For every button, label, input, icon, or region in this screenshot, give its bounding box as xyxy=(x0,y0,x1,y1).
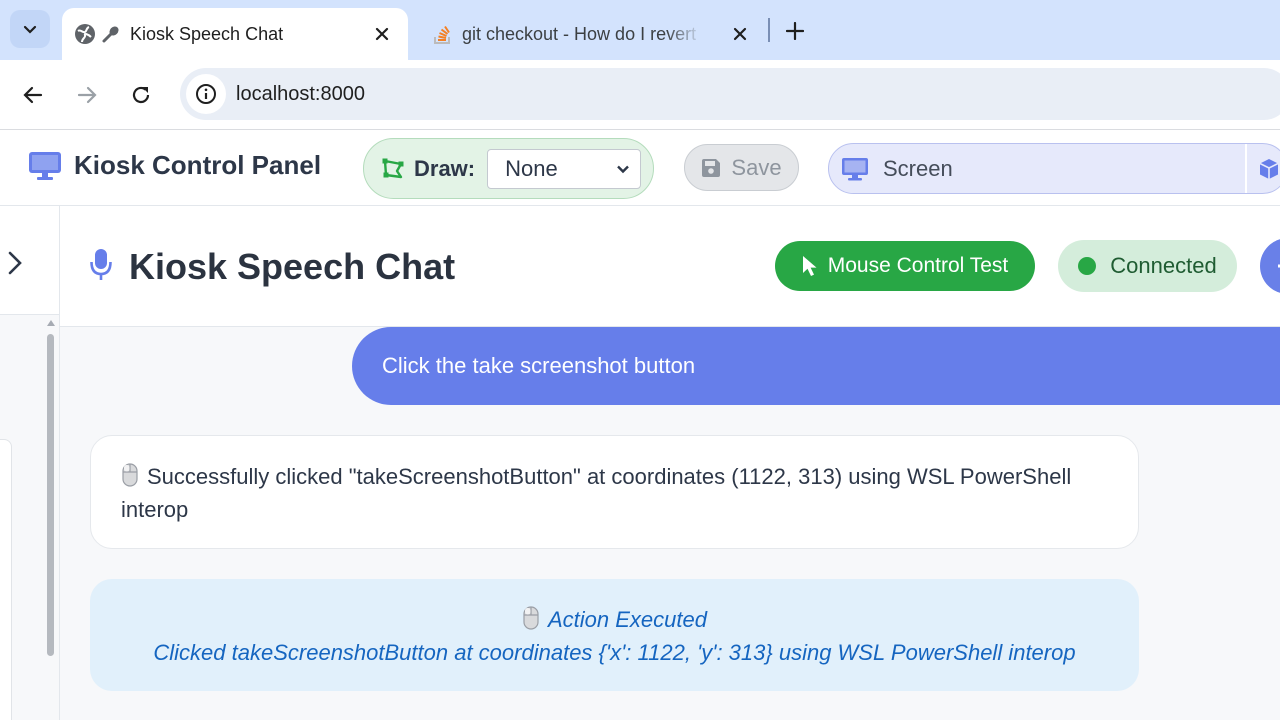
action-title-row: Action Executed xyxy=(90,603,1139,636)
plus-icon xyxy=(786,22,804,40)
globe-icon xyxy=(74,23,96,45)
mouse-control-test-label: Mouse Control Test xyxy=(827,254,1009,277)
microphone-icon xyxy=(90,249,112,280)
site-info-icon[interactable] xyxy=(186,74,226,114)
draw-label: Draw: xyxy=(414,155,476,181)
assistant-message: Successfully clicked "takeScreenshotButt… xyxy=(90,435,1139,549)
user-message: Click the take screenshot button xyxy=(352,327,1280,405)
arrow-left-icon xyxy=(23,86,43,104)
close-tab-icon[interactable] xyxy=(370,22,394,46)
connection-status-badge: Connected xyxy=(1058,240,1237,292)
tab-separator xyxy=(768,18,770,42)
action-executed-message: Action Executed Clicked takeScreenshotBu… xyxy=(90,579,1139,691)
tab-title: Kiosk Speech Chat xyxy=(130,23,284,44)
action-title: Action Executed xyxy=(548,607,707,632)
back-button[interactable] xyxy=(14,76,52,114)
connection-status-label: Connected xyxy=(1110,253,1217,278)
cube-icon[interactable] xyxy=(1257,157,1280,181)
new-tab-button[interactable] xyxy=(778,14,812,48)
assistant-message-text: Successfully clicked "takeScreenshotButt… xyxy=(121,464,1072,522)
sidebar xyxy=(0,206,60,720)
sidebar-expand-button[interactable] xyxy=(0,246,30,280)
save-label: Save xyxy=(731,154,782,180)
tab-search-button[interactable] xyxy=(10,10,50,48)
tab-title: git checkout - How do I revert a xyxy=(462,23,702,44)
browser-tab-strip: Kiosk Speech Chat git checkout - How do … xyxy=(0,0,1280,60)
url-text[interactable]: localhost:8000 xyxy=(236,83,365,106)
save-button[interactable]: Save xyxy=(684,144,799,191)
chat-header: Kiosk Speech Chat Mouse Control Test Con… xyxy=(60,206,1280,327)
reload-button[interactable] xyxy=(122,76,160,114)
reload-icon xyxy=(132,86,150,104)
settings-button[interactable] xyxy=(1260,238,1280,294)
arrow-right-icon xyxy=(77,86,97,104)
chat-title: Kiosk Speech Chat xyxy=(129,246,456,287)
mouse-pointer-icon xyxy=(802,256,817,276)
draw-shape-icon xyxy=(382,158,404,178)
tab-stackoverflow[interactable]: git checkout - How do I revert a xyxy=(420,8,766,60)
app-header: Kiosk Control Panel Draw: None Save Scre… xyxy=(0,130,1280,206)
monitor-icon xyxy=(842,157,868,180)
microphone-favicon-icon xyxy=(100,23,122,45)
chevron-down-icon xyxy=(617,165,629,173)
draw-mode-select[interactable]: None xyxy=(487,148,642,189)
forward-button[interactable] xyxy=(68,76,106,114)
screen-label: Screen xyxy=(883,155,953,181)
user-message-text: Click the take screenshot button xyxy=(382,353,696,378)
action-detail: Clicked takeScreenshotButton at coordina… xyxy=(153,640,1076,665)
chat-messages[interactable]: Click the take screenshot button Success… xyxy=(60,327,1280,720)
stackoverflow-icon xyxy=(432,23,454,45)
scrollbar-thumb[interactable] xyxy=(47,334,54,656)
scroll-up-arrow[interactable] xyxy=(47,320,55,326)
close-tab-icon[interactable] xyxy=(728,22,752,46)
brand: Kiosk Control Panel xyxy=(28,150,321,181)
browser-toolbar: localhost:8000 xyxy=(0,60,1280,130)
screen-selector[interactable]: Screen xyxy=(828,143,1280,194)
status-dot xyxy=(1078,257,1097,275)
monitor-icon xyxy=(29,151,61,180)
chevron-down-icon xyxy=(23,25,37,34)
brand-title: Kiosk Control Panel xyxy=(74,150,322,180)
mouse-control-test-button[interactable]: Mouse Control Test xyxy=(775,241,1035,291)
address-bar[interactable]: localhost:8000 xyxy=(180,68,1280,120)
sidebar-scrollbar[interactable] xyxy=(44,318,56,720)
draw-control: Draw: None xyxy=(363,138,654,199)
floppy-disk-icon xyxy=(702,158,721,177)
divider xyxy=(1245,144,1247,193)
computer-mouse-icon xyxy=(523,606,539,630)
chevron-right-icon xyxy=(8,251,22,275)
computer-mouse-icon xyxy=(122,463,138,487)
draw-mode-value: None xyxy=(505,155,558,181)
sidebar-panel xyxy=(0,439,12,720)
tab-kiosk-speech-chat[interactable]: Kiosk Speech Chat xyxy=(62,8,408,60)
